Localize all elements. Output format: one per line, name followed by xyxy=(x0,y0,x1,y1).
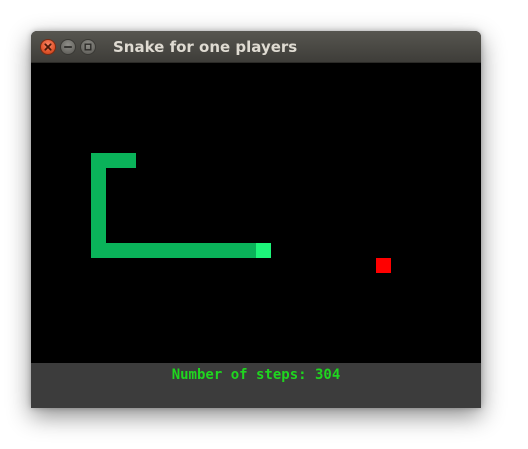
food-item xyxy=(376,258,391,273)
snake-body-segment xyxy=(166,243,181,258)
snake-body-segment xyxy=(106,243,121,258)
status-bar: Number of steps: 304 xyxy=(31,363,481,408)
snake-body-segment xyxy=(241,243,256,258)
snake-body-segment xyxy=(91,228,106,243)
minimize-icon xyxy=(63,46,73,48)
game-board xyxy=(31,63,481,363)
snake-head xyxy=(256,243,271,258)
snake-body-segment xyxy=(91,183,106,198)
snake-body-segment xyxy=(121,243,136,258)
window-title: Snake for one players xyxy=(113,38,298,56)
snake-body-segment xyxy=(91,213,106,228)
snake-body-segment xyxy=(226,243,241,258)
snake-body-segment xyxy=(106,153,121,168)
snake-body-segment xyxy=(136,243,151,258)
snake-body-segment xyxy=(91,243,106,258)
steps-counter: Number of steps: 304 xyxy=(171,367,341,383)
snake-body-segment xyxy=(211,243,226,258)
snake-body-segment xyxy=(91,198,106,213)
snake-body-segment xyxy=(151,243,166,258)
title-bar[interactable]: Snake for one players xyxy=(31,31,481,63)
snake-body-segment xyxy=(91,168,106,183)
maximize-button[interactable] xyxy=(80,39,96,55)
snake-body-segment xyxy=(181,243,196,258)
game-window: Snake for one players Number of steps: 3… xyxy=(31,31,481,408)
snake-body-segment xyxy=(91,153,106,168)
snake-body-segment xyxy=(196,243,211,258)
close-icon xyxy=(44,43,52,51)
snake-body-segment xyxy=(121,153,136,168)
maximize-icon xyxy=(84,43,92,51)
close-button[interactable] xyxy=(40,39,56,55)
minimize-button[interactable] xyxy=(60,39,76,55)
